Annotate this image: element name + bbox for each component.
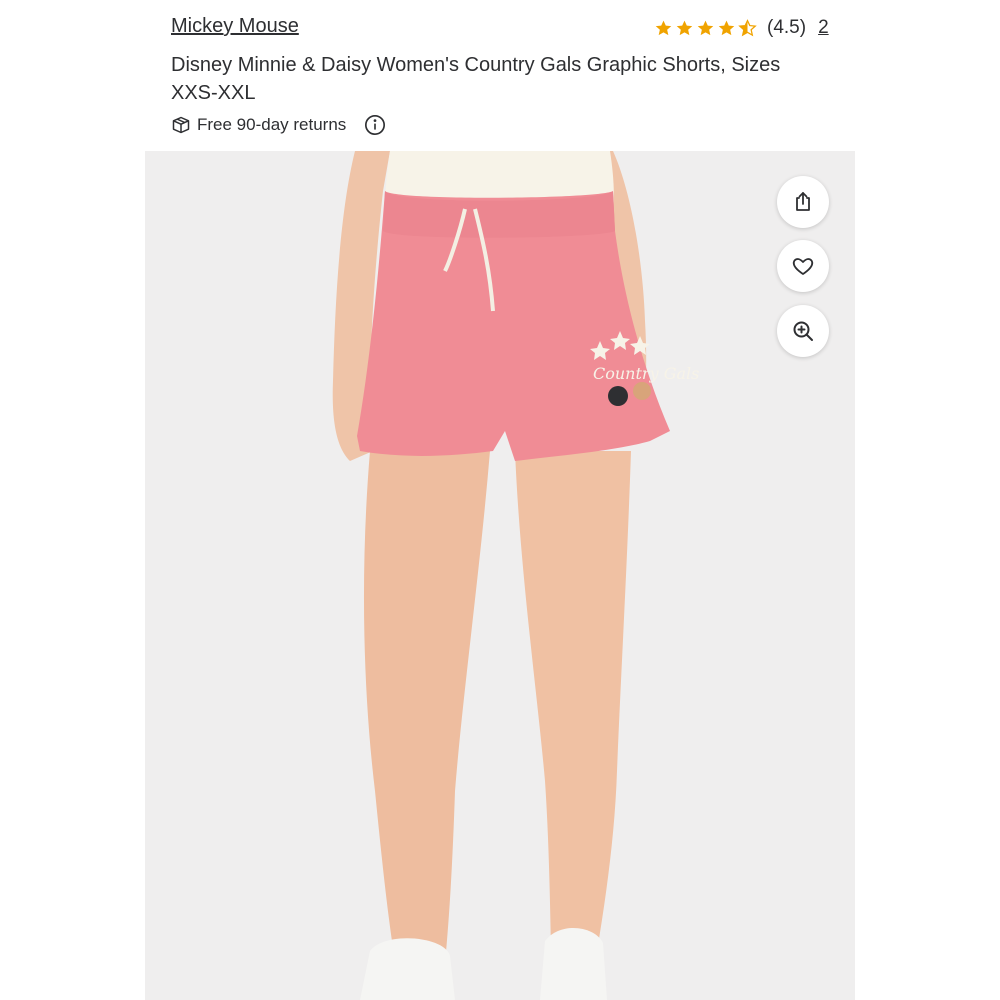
info-icon[interactable] (364, 114, 386, 136)
share-button[interactable] (777, 176, 829, 228)
star-icon (718, 20, 735, 35)
zoom-in-icon (793, 321, 813, 341)
favorite-button[interactable] (777, 240, 829, 292)
returns-info: Free 90-day returns (171, 114, 386, 136)
product-title: Disney Minnie & Daisy Women's Country Ga… (171, 54, 781, 104)
rating-value: (4.5) (767, 17, 807, 38)
star-icon (655, 20, 672, 35)
graphic-text: Country Gals (593, 364, 699, 383)
zoom-button[interactable] (777, 305, 829, 357)
product-photo: Country Gals (332, 151, 699, 1000)
heart-icon (792, 258, 814, 275)
rating[interactable]: (4.5) 2 (654, 14, 829, 42)
brand-link[interactable]: Mickey Mouse (171, 15, 299, 38)
review-count-link[interactable]: 2 (818, 17, 829, 39)
star-icon (697, 20, 714, 35)
star-rating (654, 18, 757, 38)
product-image[interactable]: Country Gals (145, 151, 855, 1000)
star-icon (676, 20, 693, 35)
returns-text: Free 90-day returns (197, 115, 347, 134)
half-star-icon (738, 18, 757, 36)
package-return-icon (172, 116, 190, 134)
share-icon (796, 192, 810, 211)
